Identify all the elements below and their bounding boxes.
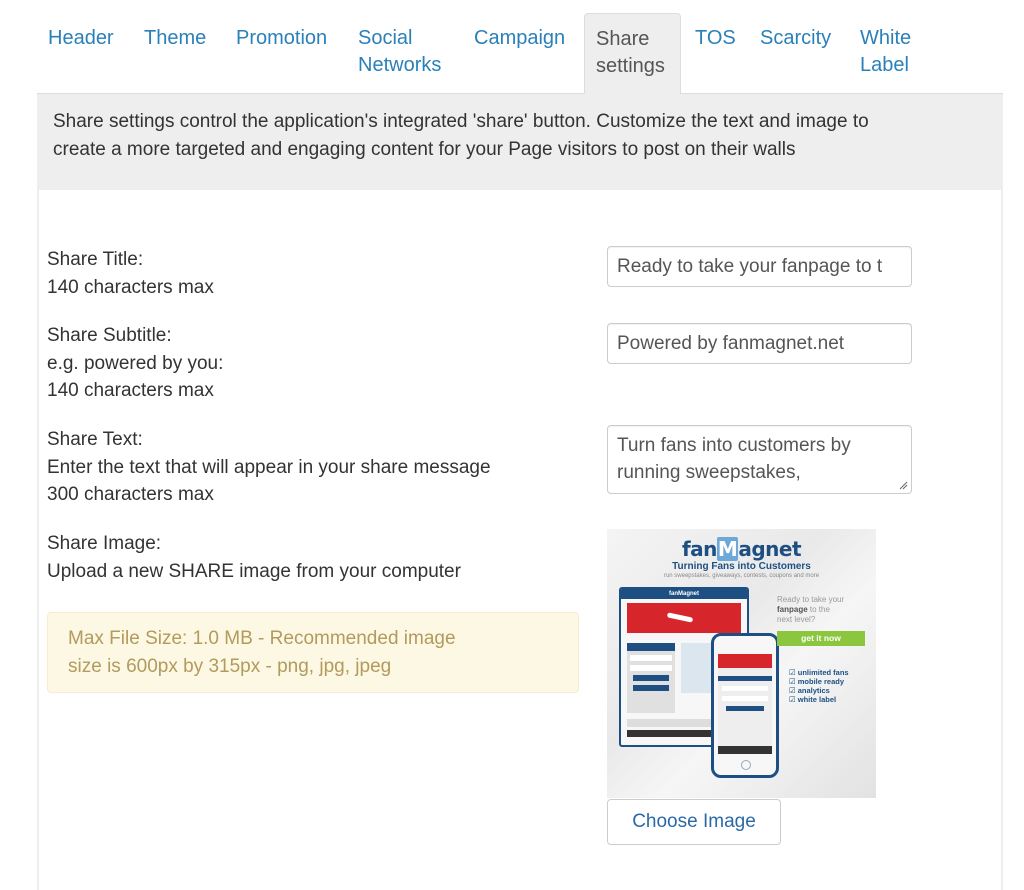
tab-label: Social — [358, 27, 413, 49]
share-text-description: Enter the text that will appear in your … — [47, 456, 491, 478]
file-size-alert: Max File Size: 1.0 MB - Recommended imag… — [47, 612, 579, 693]
share-image-hint: Upload a new SHARE image from your compu… — [47, 560, 461, 582]
tab-label: Theme — [144, 27, 207, 49]
share-title-input[interactable]: Ready to take your fanpage to t — [607, 246, 912, 287]
preview-cta-text: Ready to take your fanpage to the next l… — [777, 595, 845, 624]
share-image-label: Share Image: — [47, 533, 162, 554]
phone-home-button-icon — [741, 760, 751, 770]
alert-line: Max File Size: 1.0 MB - Recommended imag… — [68, 628, 456, 649]
preview-feature-list: unlimited fans mobile ready analytics wh… — [789, 668, 849, 704]
share-title-hint: 140 characters max — [47, 276, 214, 298]
share-text-value: Turn fans into customers by running swee… — [617, 435, 851, 483]
tab-theme[interactable]: Theme — [133, 13, 217, 94]
phone-mockup — [711, 633, 779, 778]
resize-grip-icon[interactable] — [898, 480, 908, 490]
share-title-label-group: Share Title: 140 characters max — [47, 246, 214, 301]
share-subtitle-value: Powered by fanmagnet.net — [617, 333, 845, 354]
tab-header[interactable]: Header — [37, 13, 125, 94]
description-line: create a more targeted and engaging cont… — [53, 139, 796, 160]
tab-label: Share — [596, 28, 650, 50]
airplane-icon — [666, 612, 694, 623]
tab-tos[interactable]: TOS — [684, 13, 747, 94]
tab-social-networks[interactable]: Social Networks — [347, 13, 452, 94]
share-image-label-group: Share Image: Upload a new SHARE image fr… — [47, 530, 461, 585]
fanmagnet-logo: fanMagnet — [681, 537, 802, 561]
tab-label: Header — [48, 27, 114, 49]
share-subtitle-hint: 140 characters max — [47, 380, 214, 401]
tab-white-label[interactable]: White Label — [849, 13, 922, 94]
tab-campaign[interactable]: Campaign — [463, 13, 576, 94]
share-text-label: Share Text: — [47, 429, 143, 450]
tab-label: White — [860, 27, 912, 49]
share-text-hint: 300 characters max — [47, 484, 214, 505]
tab-label: Networks — [358, 54, 442, 76]
share-text-label-group: Share Text: Enter the text that will app… — [47, 426, 491, 509]
tab-label: Label — [860, 54, 909, 76]
share-title-label: Share Title: — [47, 249, 144, 270]
feature-item: analytics — [789, 686, 849, 695]
feature-item: unlimited fans — [789, 668, 849, 677]
choose-image-button[interactable]: Choose Image — [607, 799, 781, 845]
tab-label: Campaign — [474, 27, 566, 49]
preview-subline: run sweepstakes, giveaways, contests, co… — [663, 573, 820, 579]
alert-line: size is 600px by 315px - png, jpg, jpeg — [68, 656, 392, 677]
feature-item: white label — [789, 695, 849, 704]
share-subtitle-label-group: Share Subtitle: e.g. powered by you: 140… — [47, 322, 223, 405]
hero-banner — [627, 603, 741, 633]
preview-tagline: Turning Fans into Customers — [672, 561, 811, 572]
share-text-textarea[interactable]: Turn fans into customers by running swee… — [607, 425, 912, 494]
tab-label: TOS — [695, 27, 736, 49]
tab-label: Scarcity — [760, 27, 832, 49]
description-line: Share settings control the application's… — [53, 111, 869, 132]
tab-share-settings[interactable]: Share settings — [584, 13, 681, 95]
share-subtitle-example: e.g. powered by you: — [47, 352, 224, 374]
tab-label: Promotion — [236, 27, 328, 49]
share-subtitle-label: Share Subtitle: — [47, 325, 172, 346]
share-subtitle-input[interactable]: Powered by fanmagnet.net — [607, 323, 912, 364]
tab-scarcity[interactable]: Scarcity — [749, 13, 842, 94]
mockup-form — [627, 643, 675, 713]
settings-tabs: Header Theme Promotion Social Networks C… — [37, 0, 1003, 95]
share-title-value: Ready to take your fanpage to t — [617, 256, 883, 277]
share-image-preview: fanMagnet Turning Fans into Customers ru… — [607, 529, 876, 798]
preview-get-it-now-button: get it now — [777, 631, 865, 646]
browser-mockup-title: fanMagnet — [621, 589, 747, 599]
share-settings-description: Share settings control the application's… — [37, 94, 1003, 190]
tab-promotion[interactable]: Promotion — [225, 13, 338, 94]
feature-item: mobile ready — [789, 677, 849, 686]
tab-label: settings — [596, 55, 665, 77]
